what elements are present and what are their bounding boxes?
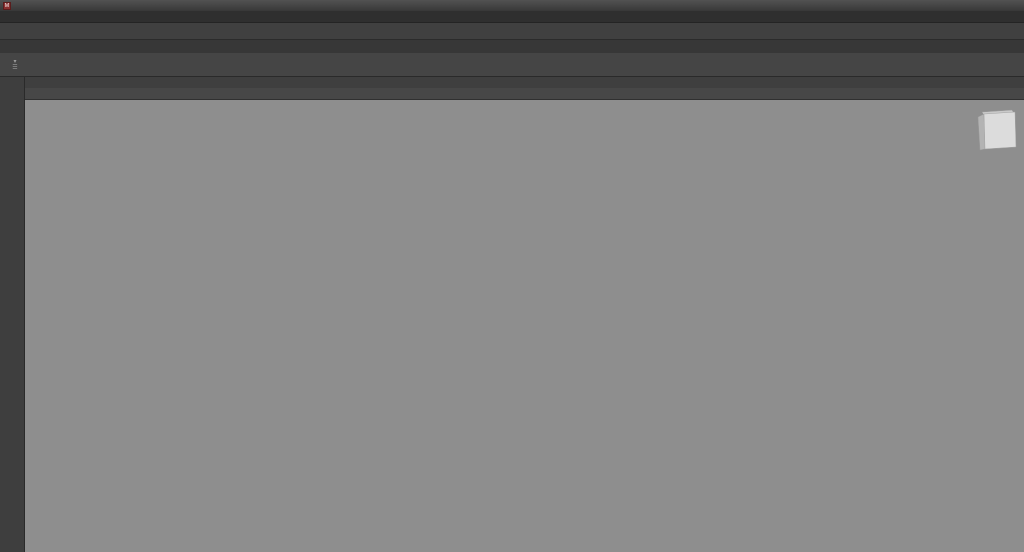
shelf-tabs bbox=[0, 40, 1024, 53]
shelf: ▾☰ bbox=[0, 53, 1024, 77]
maya-app-icon: M bbox=[3, 2, 11, 10]
viewport bbox=[25, 100, 1024, 552]
panel-toolbar bbox=[25, 88, 1024, 100]
menu-bar bbox=[0, 11, 1024, 23]
viewport-canvas[interactable] bbox=[25, 100, 1024, 552]
toolbox bbox=[0, 77, 25, 552]
status-line bbox=[0, 23, 1024, 40]
view-cube[interactable] bbox=[978, 110, 1016, 150]
panel-menu-bar bbox=[25, 77, 1024, 88]
shelf-menu-control[interactable]: ▾☰ bbox=[2, 54, 28, 76]
title-bar: M bbox=[0, 0, 1024, 11]
view-cube-front-face[interactable] bbox=[984, 112, 1016, 149]
